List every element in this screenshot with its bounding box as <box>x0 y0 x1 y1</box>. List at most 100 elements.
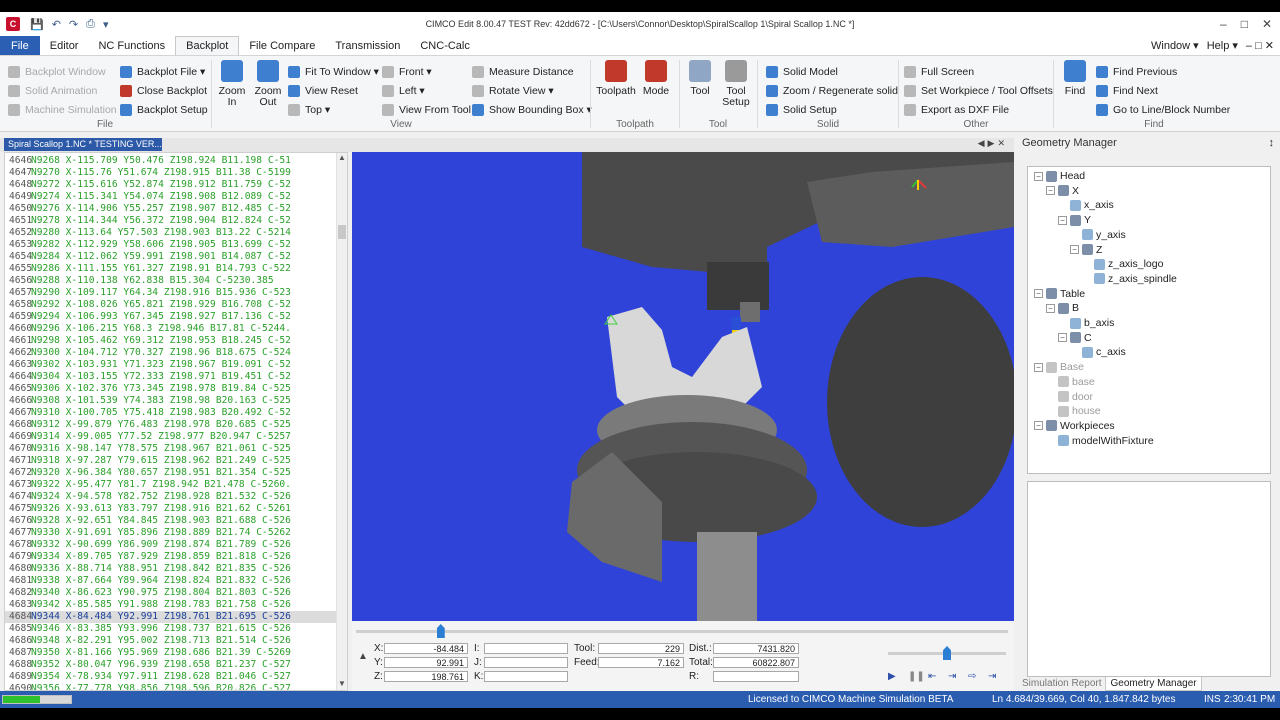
code-line[interactable]: 4664N9304 X-103.155 Y72.333 Z198.971 B19… <box>5 371 337 383</box>
code-line[interactable]: 4655N9286 X-111.155 Y61.327 Z198.91 B14.… <box>5 263 337 275</box>
zoom-out-button[interactable]: Zoom Out <box>254 60 282 108</box>
tab-geometry-manager[interactable]: Geometry Manager <box>1105 677 1202 691</box>
zoom-in-button[interactable]: Zoom In <box>218 60 246 108</box>
tree-item[interactable]: − Y <box>1058 213 1091 227</box>
code-line[interactable]: 4683N9342 X-85.585 Y91.988 Z198.783 B21.… <box>5 599 337 611</box>
tree-item[interactable]: − B <box>1046 301 1079 315</box>
tree-item[interactable]: base <box>1046 375 1095 389</box>
code-line[interactable]: 4671N9318 X-97.287 Y79.615 Z198.962 B21.… <box>5 455 337 467</box>
tab-simulation-report[interactable]: Simulation Report <box>1018 677 1105 691</box>
scroll-down-icon[interactable]: ▼ <box>338 679 346 688</box>
mode-button[interactable]: Mode <box>640 60 672 97</box>
skip-end-icon[interactable]: ⇨ <box>968 671 976 682</box>
toolpath-button[interactable]: Toolpath <box>596 60 636 97</box>
tree-item[interactable]: house <box>1046 404 1101 418</box>
timeline-thumb[interactable] <box>436 624 445 638</box>
minimize-button[interactable]: – <box>1220 12 1227 36</box>
code-line[interactable]: 4659N9294 X-106.993 Y67.345 Z198.927 B17… <box>5 311 337 323</box>
code-line[interactable]: 4649N9274 X-115.341 Y54.074 Z198.908 B12… <box>5 191 337 203</box>
scroll-thumb[interactable] <box>338 225 346 239</box>
code-line[interactable]: 4681N9338 X-87.664 Y89.964 Z198.824 B21.… <box>5 575 337 587</box>
tree-item[interactable]: y_axis <box>1070 228 1126 242</box>
tool-button[interactable]: Tool <box>686 60 714 97</box>
tool-setup-button[interactable]: Tool Setup <box>720 60 752 108</box>
code-line[interactable]: 4689N9354 X-78.934 Y97.911 Z198.628 B21.… <box>5 671 337 683</box>
tab-transmission[interactable]: Transmission <box>325 36 410 55</box>
code-line[interactable]: 4686N9348 X-82.291 Y95.002 Z198.713 B21.… <box>5 635 337 647</box>
tree-item[interactable]: x_axis <box>1058 198 1114 212</box>
step-back-icon[interactable]: ⇤ <box>928 671 936 682</box>
pin-panel-icon[interactable]: ↕ <box>1269 134 1275 152</box>
speed-thumb[interactable] <box>943 646 951 660</box>
tree-item[interactable]: − Z <box>1070 243 1102 257</box>
code-line[interactable]: 4653N9282 X-112.929 Y58.606 Z198.905 B13… <box>5 239 337 251</box>
pause-icon[interactable]: ❚❚ <box>908 671 925 682</box>
expand-toggle-icon[interactable]: − <box>1034 421 1043 431</box>
code-line[interactable]: 4663N9302 X-103.931 Y71.323 Z198.967 B19… <box>5 359 337 371</box>
play-icon[interactable]: ▶ <box>888 671 896 682</box>
code-line[interactable]: 4685N9346 X-83.385 Y93.996 Z198.737 B21.… <box>5 623 337 635</box>
tab-file[interactable]: File <box>0 36 40 55</box>
solid-setup-button[interactable]: Solid Setup <box>766 102 837 118</box>
code-line[interactable]: 4657N9290 X-109.117 Y64.34 Z198.916 B15.… <box>5 287 337 299</box>
tab-cnc-calc[interactable]: CNC-Calc <box>410 36 480 55</box>
view-reset-button[interactable]: View Reset <box>288 83 358 99</box>
code-line[interactable]: 4677N9330 X-91.691 Y85.896 Z198.889 B21.… <box>5 527 337 539</box>
tree-item[interactable]: − Table <box>1034 287 1085 301</box>
view-from-tool-button[interactable]: View From Tool <box>382 102 471 118</box>
full-screen-button[interactable]: Full Screen <box>904 64 974 80</box>
window-menu[interactable]: Window ▾ <box>1151 36 1199 56</box>
tree-item[interactable]: − Head <box>1034 169 1085 183</box>
undo-icon[interactable]: ↶ <box>52 18 61 31</box>
close-backplot-button[interactable]: Close Backplot <box>120 83 207 99</box>
code-line[interactable]: 4673N9322 X-95.477 Y81.7 Z198.942 B21.47… <box>5 479 337 491</box>
code-line[interactable]: 4656N9288 X-110.138 Y62.838 B15.304 C-52… <box>5 275 337 287</box>
code-line[interactable]: 4658N9292 X-108.026 Y65.821 Z198.929 B16… <box>5 299 337 311</box>
tab-nc-functions[interactable]: NC Functions <box>88 36 175 55</box>
code-line[interactable]: 4679N9334 X-89.705 Y87.929 Z198.859 B21.… <box>5 551 337 563</box>
solid-model-button[interactable]: Solid Model <box>766 64 838 80</box>
code-line[interactable]: 4650N9276 X-114.906 Y55.257 Z198.907 B12… <box>5 203 337 215</box>
top-view-button[interactable]: Top ▾ <box>288 102 330 118</box>
close-button[interactable]: ✕ <box>1262 12 1272 36</box>
goto-line-button[interactable]: Go to Line/Block Number <box>1096 102 1230 118</box>
redo-icon[interactable]: ↷ <box>69 18 78 31</box>
tree-item[interactable]: door <box>1046 390 1093 404</box>
pin-icon[interactable]: ▲ <box>358 651 368 665</box>
code-line[interactable]: 4667N9310 X-100.705 Y75.418 Z198.983 B20… <box>5 407 337 419</box>
backplot-file-button[interactable]: Backplot File ▾ <box>120 64 205 80</box>
code-line[interactable]: 4676N9328 X-92.651 Y84.845 Z198.903 B21.… <box>5 515 337 527</box>
code-line[interactable]: 4674N9324 X-94.578 Y82.752 Z198.928 B21.… <box>5 491 337 503</box>
tree-item[interactable]: z_axis_spindle <box>1082 272 1177 286</box>
print-icon[interactable]: ⎙ <box>86 18 95 31</box>
tree-item[interactable]: − Workpieces <box>1034 419 1115 433</box>
expand-toggle-icon[interactable]: − <box>1058 333 1067 343</box>
tab-nav-icons[interactable]: ◀▶✕ <box>978 138 1008 149</box>
backplot-setup-button[interactable]: Backplot Setup <box>120 102 208 118</box>
tree-item[interactable]: c_axis <box>1070 345 1126 359</box>
tab-file-compare[interactable]: File Compare <box>239 36 325 55</box>
code-line[interactable]: 4687N9350 X-81.166 Y95.969 Z198.686 B21.… <box>5 647 337 659</box>
measure-distance-button[interactable]: Measure Distance <box>472 64 574 80</box>
set-workpiece-offsets-button[interactable]: Set Workpiece / Tool Offsets <box>904 83 1053 99</box>
zoom-regenerate-solid-button[interactable]: Zoom / Regenerate solid <box>766 83 898 99</box>
code-line[interactable]: 4662N9300 X-104.712 Y70.327 Z198.96 B18.… <box>5 347 337 359</box>
editor-scrollbar[interactable]: ▲ ▼ <box>336 153 347 690</box>
find-previous-button[interactable]: Find Previous <box>1096 64 1177 80</box>
nc-code-editor[interactable]: 4646N9268 X-115.709 Y50.476 Z198.924 B11… <box>4 152 348 691</box>
code-line[interactable]: 4652N9280 X-113.64 Y57.503 Z198.903 B13.… <box>5 227 337 239</box>
code-line[interactable]: 4648N9272 X-115.616 Y52.874 Z198.912 B11… <box>5 179 337 191</box>
rotate-view-button[interactable]: Rotate View ▾ <box>472 83 554 99</box>
machine-simulation-button[interactable]: Machine Simulation <box>8 102 117 118</box>
code-line[interactable]: 4675N9326 X-93.613 Y83.797 Z198.916 B21.… <box>5 503 337 515</box>
code-line[interactable]: 4672N9320 X-96.384 Y80.657 Z198.951 B21.… <box>5 467 337 479</box>
tree-item[interactable]: b_axis <box>1058 316 1114 330</box>
machine-simulation-viewport[interactable] <box>352 152 1014 621</box>
tab-backplot[interactable]: Backplot <box>175 36 240 55</box>
expand-toggle-icon[interactable]: − <box>1034 289 1043 299</box>
qat-dropdown-icon[interactable]: ▾ <box>103 18 109 31</box>
show-bounding-box-button[interactable]: Show Bounding Box ▾ <box>472 102 592 118</box>
tree-item[interactable]: − X <box>1046 184 1079 198</box>
expand-toggle-icon[interactable]: − <box>1070 245 1079 254</box>
expand-toggle-icon[interactable]: − <box>1046 303 1055 313</box>
